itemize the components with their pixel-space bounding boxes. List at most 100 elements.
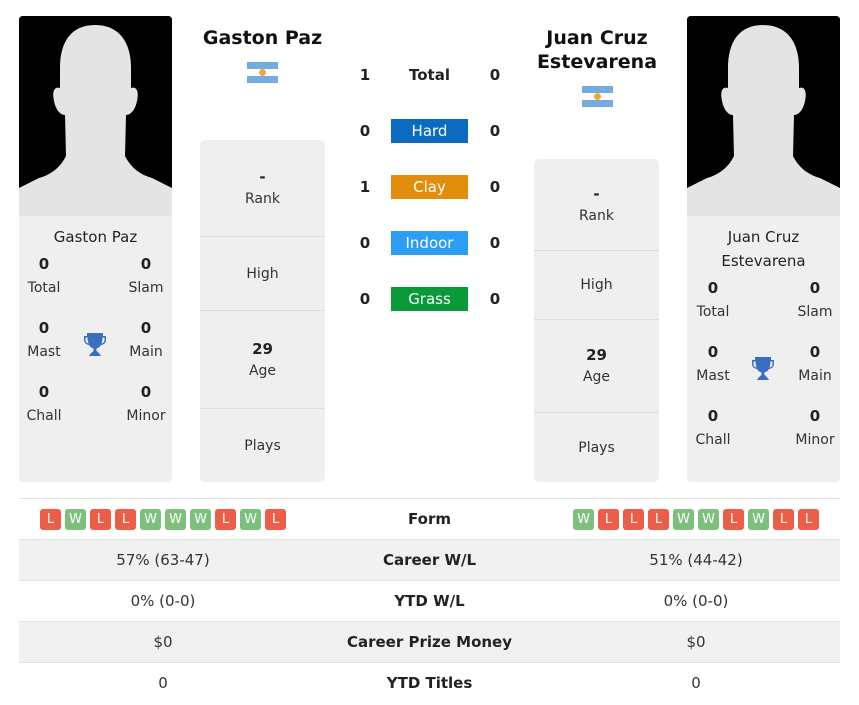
title-label: Chall [695, 432, 731, 448]
player-silhouette-icon [687, 16, 840, 216]
age-label: Age [582, 369, 611, 385]
h2h-p2-value: 0 [489, 122, 501, 140]
form-win-badge[interactable]: W [698, 508, 719, 530]
ytd-wl-label: YTD W/L [394, 592, 465, 610]
title-count: 0 [809, 343, 821, 361]
h2h-p2-value: 0 [489, 234, 501, 252]
h2h-total-label: Total [409, 66, 450, 84]
h2h-p2-value: 0 [489, 290, 501, 308]
player2-rank: - Rank [534, 159, 659, 251]
player2-info-card: - Rank High 29 Age Plays [534, 159, 659, 482]
surface-badge-indoor[interactable]: Indoor [391, 231, 468, 255]
form-loss-badge[interactable]: L [598, 508, 619, 530]
h2h-p1-value: 0 [359, 234, 371, 252]
player2-titles-main: 0 Main [785, 342, 840, 386]
surface-badge-hard[interactable]: Hard [391, 119, 468, 143]
player2-titles-chall: 0 Chall [687, 406, 743, 450]
form-loss-badge[interactable]: L [623, 508, 644, 530]
form-loss-badge[interactable]: L [40, 508, 61, 530]
form-win-badge[interactable]: W [165, 508, 186, 530]
player1-career-wl: 57% (63-47) [116, 551, 210, 569]
player1-plays: Plays [200, 409, 325, 482]
player1-card: Gaston Paz 0 Total 0 Slam 0 Mast 0 Main … [19, 16, 172, 482]
h2h-grass-row: 0 Grass 0 [350, 287, 510, 311]
title-label: Slam [797, 304, 833, 320]
player2-prize-money: $0 [686, 633, 706, 651]
ytd-titles-label: YTD Titles [386, 674, 473, 692]
player1-titles-chall: 0 Chall [19, 382, 74, 426]
comparison-table: LWLLWWWLWL Form WLLLWWLWLL 57% (63-47) C… [19, 498, 840, 703]
surface-badge-clay[interactable]: Clay [391, 175, 468, 199]
form-win-badge[interactable]: W [140, 508, 161, 530]
player1-photo [19, 16, 172, 216]
h2h-p1-value: 0 [359, 290, 371, 308]
player2-form: WLLLWWLWLL [552, 508, 840, 530]
title-count: 0 [707, 407, 719, 425]
form-loss-badge[interactable]: L [798, 508, 819, 530]
player1-card-name[interactable]: Gaston Paz [19, 216, 172, 249]
career-wl-row: 57% (63-47) Career W/L 51% (44-42) [19, 539, 840, 580]
player2-name-heading[interactable]: Juan Cruz Estevarena [522, 26, 672, 74]
age-value: 29 [252, 339, 273, 358]
form-loss-badge[interactable]: L [723, 508, 744, 530]
rank-label: Rank [245, 191, 280, 207]
title-count: 0 [809, 279, 821, 297]
player1-rank: - Rank [200, 140, 325, 237]
h2h-clay-row: 1 Clay 0 [350, 175, 510, 199]
rank-label: Rank [579, 207, 614, 224]
argentina-flag-icon [582, 86, 613, 107]
form-loss-badge[interactable]: L [215, 508, 236, 530]
form-win-badge[interactable]: W [65, 508, 86, 530]
player1-titles-minor: 0 Minor [116, 382, 172, 426]
surface-badge-grass[interactable]: Grass [391, 287, 468, 311]
player2-titles: 0 Total 0 Slam 0 Mast 0 Main 0 Chall 0 M… [687, 278, 840, 468]
title-label: Total [27, 280, 61, 296]
player1-age: 29 Age [200, 311, 325, 409]
form-win-badge[interactable]: W [573, 508, 594, 530]
player2-titles-minor: 0 Minor [785, 406, 840, 450]
prize-money-row: $0 Career Prize Money $0 [19, 621, 840, 662]
form-loss-badge[interactable]: L [115, 508, 136, 530]
player1-titles-total: 0 Total [19, 254, 74, 298]
player1-titles-slam: 0 Slam [116, 254, 172, 298]
trophy-icon [83, 331, 107, 357]
h2h-p2-total: 0 [489, 66, 501, 84]
h2h-p1-value: 1 [359, 178, 371, 196]
form-win-badge[interactable]: W [748, 508, 769, 530]
player2-plays: Plays [534, 413, 659, 482]
form-win-badge[interactable]: W [673, 508, 694, 530]
player2-card-name[interactable]: Juan Cruz Estevarena [687, 216, 840, 273]
h2h-hard-row: 0 Hard 0 [350, 119, 510, 143]
player1-form: LWLLWWWLWL [19, 508, 307, 530]
title-count: 0 [140, 383, 152, 401]
trophy-icon [751, 355, 775, 381]
ytd-wl-row: 0% (0-0) YTD W/L 0% (0-0) [19, 580, 840, 621]
ytd-titles-row: 0 YTD Titles 0 [19, 662, 840, 703]
form-win-badge[interactable]: W [240, 508, 261, 530]
high-label: High [246, 265, 279, 282]
title-count: 0 [707, 343, 719, 361]
h2h-p2-value: 0 [489, 178, 501, 196]
player1-name-heading[interactable]: Gaston Paz [195, 26, 330, 50]
player2-card: Juan Cruz Estevarena 0 Total 0 Slam 0 Ma… [687, 16, 840, 482]
h2h-indoor-row: 0 Indoor 0 [350, 231, 510, 255]
plays-label: Plays [244, 437, 281, 454]
h2h-total-row: 1 Total 0 [350, 63, 510, 87]
title-label: Mast [696, 368, 730, 384]
title-count: 0 [38, 383, 50, 401]
form-loss-badge[interactable]: L [773, 508, 794, 530]
form-loss-badge[interactable]: L [265, 508, 286, 530]
h2h-p1-value: 0 [359, 122, 371, 140]
player2-ytd-titles: 0 [691, 674, 701, 692]
title-label: Slam [128, 280, 164, 296]
argentina-flag-icon [247, 62, 278, 83]
player1-high: High [200, 237, 325, 311]
form-win-badge[interactable]: W [190, 508, 211, 530]
career-wl-label: Career W/L [382, 551, 477, 569]
player2-high: High [534, 251, 659, 320]
age-value: 29 [586, 346, 607, 364]
title-label: Total [696, 304, 730, 320]
plays-label: Plays [578, 439, 615, 456]
form-loss-badge[interactable]: L [648, 508, 669, 530]
form-loss-badge[interactable]: L [90, 508, 111, 530]
